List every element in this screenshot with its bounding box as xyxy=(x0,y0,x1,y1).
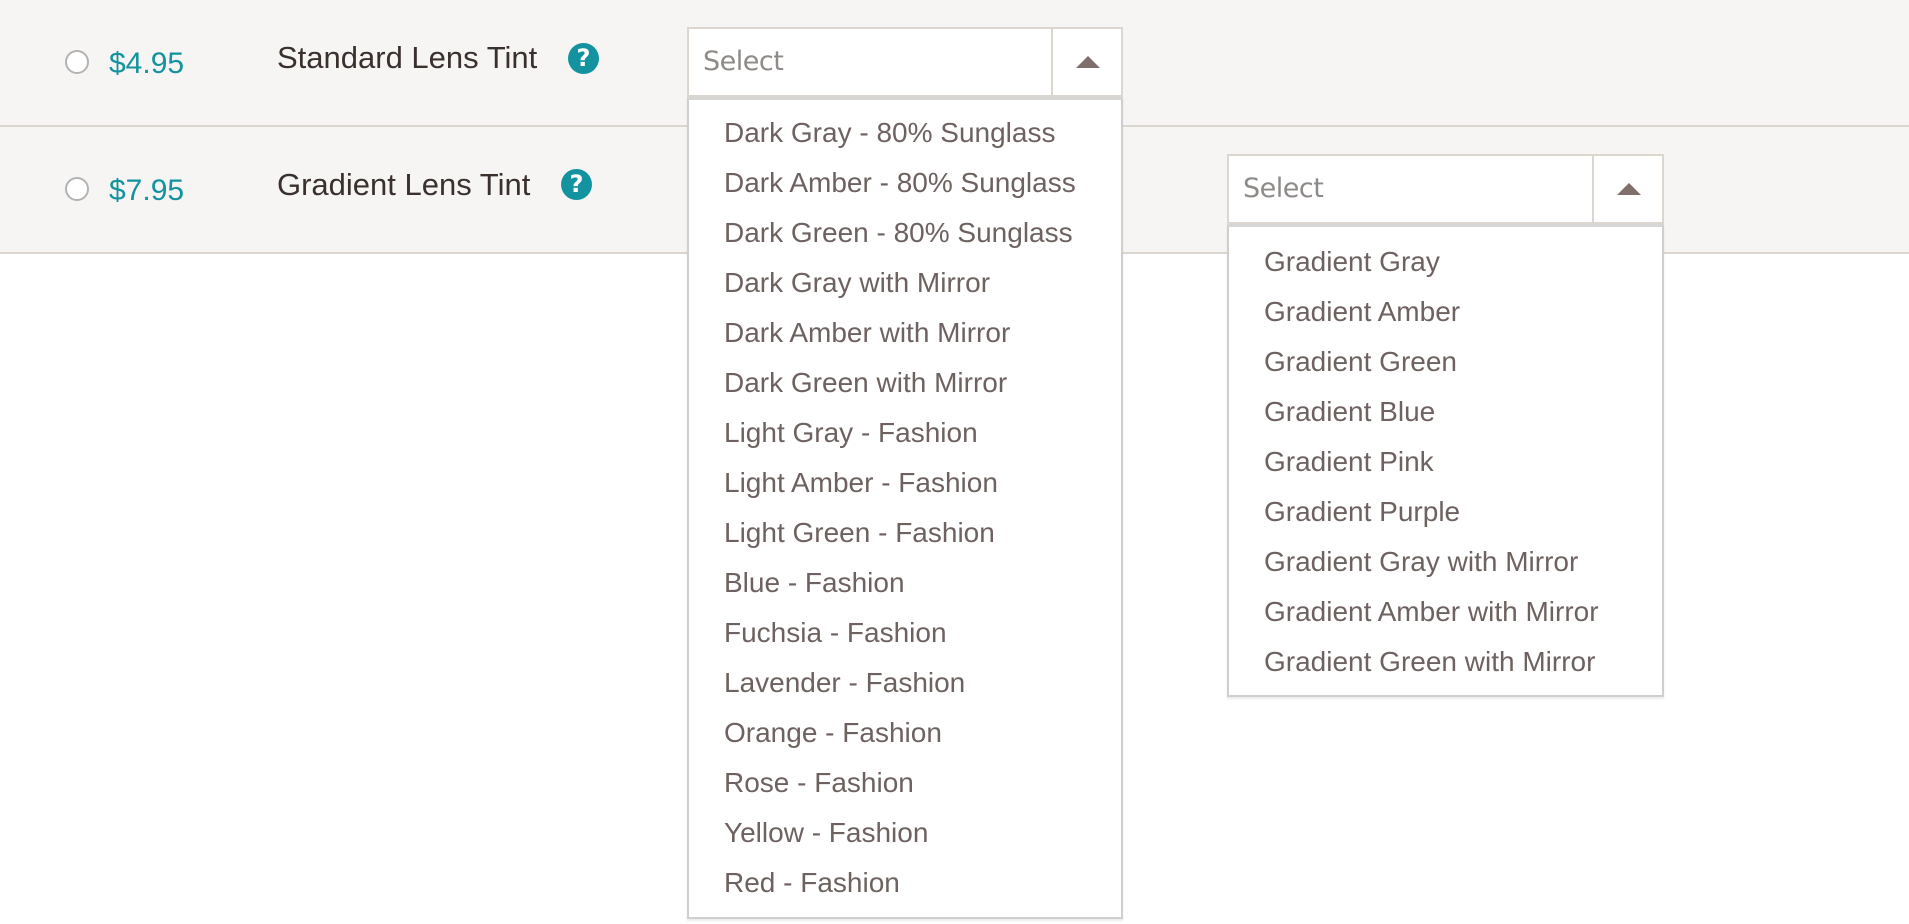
help-icon[interactable]: ? xyxy=(561,169,592,200)
dropdown-option[interactable]: Yellow - Fashion xyxy=(689,808,1121,858)
dropdown-option[interactable]: Dark Gray - 80% Sunglass xyxy=(689,108,1121,158)
gradient-tint-label: Gradient Lens Tint xyxy=(277,167,531,202)
dropdown-option[interactable]: Red - Fashion xyxy=(689,858,1121,908)
standard-tint-price: $4.95 xyxy=(109,47,185,80)
gradient-tint-radio[interactable] xyxy=(65,177,89,201)
dropdown-option[interactable]: Gradient Gray with Mirror xyxy=(1229,537,1662,587)
dropdown-option[interactable]: Lavender - Fashion xyxy=(689,658,1121,708)
select-placeholder: Select xyxy=(1243,173,1324,204)
caret-up-icon xyxy=(1076,56,1100,68)
dropdown-option[interactable]: Gradient Purple xyxy=(1229,487,1662,537)
gradient-tint-options-list: Gradient Gray Gradient Amber Gradient Gree… xyxy=(1227,224,1664,697)
dropdown-option[interactable]: Rose - Fashion xyxy=(689,758,1121,808)
dropdown-option[interactable]: Gradient Green xyxy=(1229,337,1662,387)
dropdown-option[interactable]: Gradient Green with Mirror xyxy=(1229,637,1662,687)
caret-up-icon xyxy=(1617,183,1641,195)
dropdown-toggle-button[interactable] xyxy=(1592,156,1662,222)
standard-tint-options-list: Dark Gray - 80% Sunglass Dark Amber - 80%… xyxy=(687,97,1123,919)
dropdown-option[interactable]: Light Gray - Fashion xyxy=(689,408,1121,458)
standard-tint-label: Standard Lens Tint xyxy=(277,40,538,75)
dropdown-option[interactable]: Dark Green - 80% Sunglass xyxy=(689,208,1121,258)
dropdown-option[interactable]: Gradient Blue xyxy=(1229,387,1662,437)
dropdown-option[interactable]: Dark Gray with Mirror xyxy=(689,258,1121,308)
gradient-tint-price: $7.95 xyxy=(109,174,185,207)
dropdown-option[interactable]: Light Green - Fashion xyxy=(689,508,1121,558)
select-placeholder: Select xyxy=(703,46,784,77)
dropdown-option[interactable]: Orange - Fashion xyxy=(689,708,1121,758)
dropdown-option[interactable]: Dark Amber - 80% Sunglass xyxy=(689,158,1121,208)
dropdown-option[interactable]: Light Amber - Fashion xyxy=(689,458,1121,508)
gradient-tint-select[interactable]: Select xyxy=(1227,154,1664,224)
standard-tint-select[interactable]: Select xyxy=(687,27,1123,97)
dropdown-option[interactable]: Blue - Fashion xyxy=(689,558,1121,608)
dropdown-option[interactable]: Fuchsia - Fashion xyxy=(689,608,1121,658)
dropdown-toggle-button[interactable] xyxy=(1051,29,1121,95)
dropdown-option[interactable]: Dark Amber with Mirror xyxy=(689,308,1121,358)
dropdown-option[interactable]: Gradient Gray xyxy=(1229,237,1662,287)
help-icon[interactable]: ? xyxy=(568,43,599,74)
dropdown-option[interactable]: Gradient Amber with Mirror xyxy=(1229,587,1662,637)
standard-tint-radio[interactable] xyxy=(65,50,89,74)
dropdown-option[interactable]: Gradient Amber xyxy=(1229,287,1662,337)
dropdown-option[interactable]: Gradient Pink xyxy=(1229,437,1662,487)
dropdown-option[interactable]: Dark Green with Mirror xyxy=(689,358,1121,408)
